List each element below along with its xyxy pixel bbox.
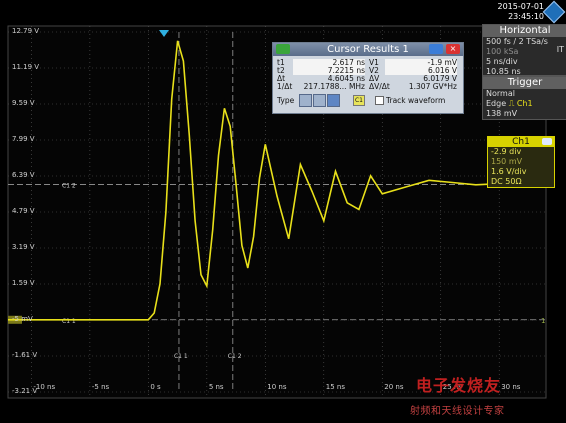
horizontal-timebase: 5 ns/div [486,57,518,66]
y-tick-label: 12.79 V [12,27,40,35]
rising-edge-icon: ⎍ [508,99,515,108]
ch1-position: 150 mV [491,157,523,166]
watermark-title: 电子发烧友 [416,376,502,395]
inv-value: 217.1788... MHz [303,82,365,91]
y-tick-label: 11.19 V [12,63,40,71]
y-tick-label: 4.79 V [12,207,35,215]
cursor-both-icon[interactable] [327,94,340,107]
time: 23:45:10 [508,12,544,21]
wrench-icon[interactable] [276,44,290,54]
cursor-results-title: Cursor Results 1 [327,44,409,55]
cursor-row-4: 1/Δt 217.1788... MHz ΔV/Δt 1.307 GV*Hz [273,83,463,91]
y-tick-label: 6.39 V [12,171,35,179]
cursor-label-t1: C1 1 [174,353,188,360]
x-tick-label: 30 ns [501,383,521,391]
ch1-panel[interactable]: Ch1 -2.9 div 150 mV 1.6 V/div DC 50Ω [487,136,555,188]
trigger-source: Ch1 [516,99,533,108]
ch1-offset: -2.9 div [491,147,522,156]
cursor-label-t2: C1 2 [228,353,242,360]
cursor-label-v1: C1 1 [62,318,76,325]
trigger-panel[interactable]: Trigger Normal Edge ⎍ Ch1 138 mV [482,76,566,120]
ref-level-label: 1 [541,317,545,325]
horizontal-marker: IT [556,45,564,54]
cursor-type-row: Type C1 Track waveform [273,93,463,107]
x-tick-label: 15 ns [325,383,345,391]
close-button[interactable]: × [446,44,460,54]
watermark-subtitle: 射频和天线设计专家 [410,406,505,417]
y-tick-label: -5 mV [12,315,33,323]
y-tick-label: 3.19 V [12,243,35,251]
ch1-title: Ch1 [488,137,554,147]
ratio-value: 1.307 GV*Hz [408,82,457,91]
x-tick-label: -5 ns [91,383,110,391]
trigger-edge: Edge [486,99,507,108]
horizontal-record: 100 kSa [486,47,519,56]
y-tick-label: 9.59 V [12,99,35,107]
ch1-title-text: Ch1 [512,137,530,147]
y-tick-label: 1.59 V [12,279,35,287]
horizontal-title: Horizontal [483,25,566,37]
cursor-source-button[interactable]: C1 [353,95,365,106]
cursor-horizontal-icon[interactable] [299,94,312,107]
minimize-button[interactable] [429,44,443,54]
x-tick-label: -10 ns [33,383,56,391]
trigger-title: Trigger [483,77,566,89]
track-waveform-checkbox[interactable] [375,96,384,105]
ch1-toggle-icon[interactable] [542,138,552,145]
y-tick-label: -1.61 V [12,351,38,359]
datetime: 2015-07-01 23:45:10 [498,2,545,22]
cursor-vertical-icon[interactable] [313,94,326,107]
horizontal-panel[interactable]: Horizontal 500 fs / 2 TSa/s 100 kSa 5 ns… [482,24,566,76]
trigger-level: 138 mV [486,109,518,118]
x-tick-label: 5 ns [208,383,224,391]
type-label: Type [277,96,295,105]
trigger-edge-row: Edge ⎍ Ch1 [483,99,566,109]
x-tick-label: 20 ns [384,383,404,391]
cursor-label-v2: C1 2 [62,182,76,189]
horizontal-resolution: 500 fs / 2 TSa/s [486,37,548,46]
cursor-results-titlebar[interactable]: Cursor Results 1 × [273,43,463,56]
x-tick-label: 10 ns [267,383,287,391]
inv-label: 1/Δt [277,82,293,91]
date: 2015-07-01 [497,2,545,11]
track-waveform-label: Track waveform [386,96,446,105]
trigger-mode: Normal [486,89,515,98]
ch1-coupling: DC 50Ω [491,177,522,186]
cursor-results-window[interactable]: Cursor Results 1 × t1 2.617 ns V1 -1.9 m… [272,42,464,114]
y-tick-label: 7.99 V [12,135,35,143]
x-tick-label: 0 s [150,383,161,391]
ch1-scale: 1.6 V/div [491,167,527,176]
